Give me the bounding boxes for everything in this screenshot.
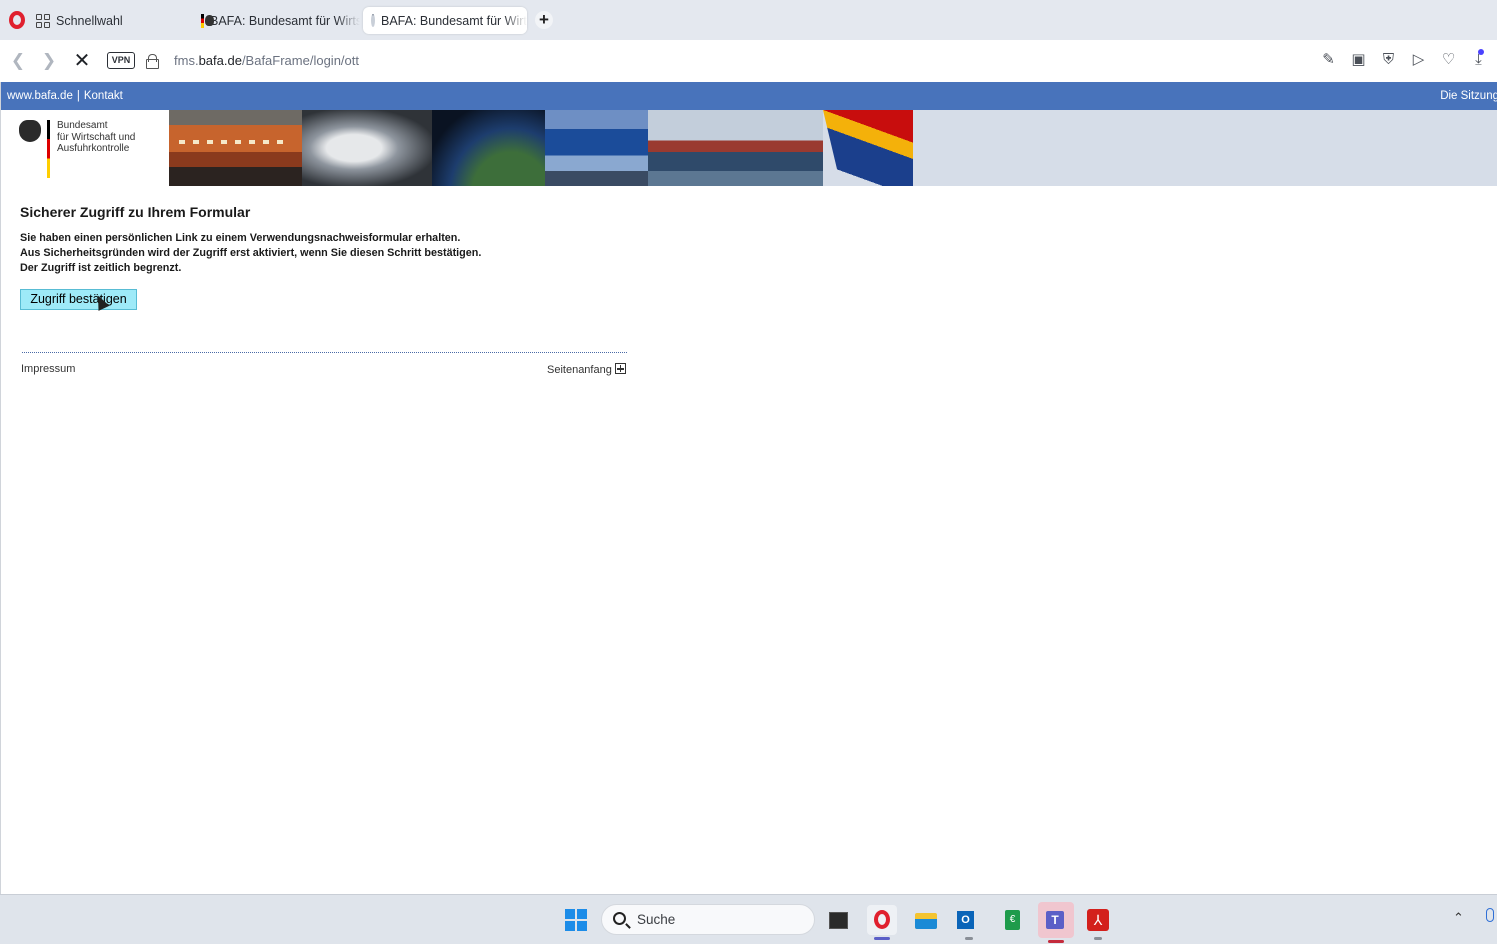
- info-text-3: Der Zugriff ist zeitlich begrenzt.: [20, 262, 182, 274]
- vpn-badge[interactable]: VPN: [107, 52, 135, 69]
- search-label: Suche: [637, 912, 676, 927]
- windows-start-icon[interactable]: [565, 909, 587, 931]
- edit-icon[interactable]: ✎: [1320, 51, 1337, 69]
- banner-photo-flags: [823, 110, 913, 186]
- url-field[interactable]: fms.bafa.de/BafaFrame/login/ott: [174, 53, 359, 68]
- header-banner: Bundesamt für Wirtschaft und Ausfuhrkont…: [1, 110, 1497, 186]
- stop-loading-icon[interactable]: ✕: [72, 51, 92, 71]
- page-title: Sicherer Zugriff zu Ihrem Formular: [20, 204, 251, 220]
- play-icon[interactable]: ▷: [1410, 51, 1427, 69]
- main-content: Sicherer Zugriff zu Ihrem Formular Sie h…: [20, 204, 481, 276]
- acrobat-icon[interactable]: [1083, 905, 1113, 940]
- info-text-2: Aus Sicherheitsgründen wird der Zugriff …: [20, 247, 482, 259]
- microphone-icon[interactable]: [1486, 908, 1494, 922]
- download-icon[interactable]: ⤓: [1470, 49, 1487, 69]
- top-navigation-bar: www.bafa.de | Kontakt Die Sitzung: [1, 82, 1497, 110]
- banner-photo-factory: [545, 110, 648, 186]
- file-explorer-icon[interactable]: [911, 905, 941, 935]
- finance-app-icon[interactable]: [998, 905, 1028, 935]
- federal-eagle-icon: [19, 120, 41, 142]
- banner-photo-ship: [648, 110, 823, 186]
- task-view-icon[interactable]: [823, 905, 853, 935]
- banner-photo-steel: [302, 110, 432, 186]
- tray-chevron-up-icon[interactable]: ⌃: [1453, 910, 1464, 926]
- home-link[interactable]: www.bafa.de: [7, 90, 73, 102]
- logo-text: Bundesamt für Wirtschaft und Ausfuhrkont…: [57, 120, 136, 154]
- address-bar: ❮ ❯ ✕ VPN fms.bafa.de/BafaFrame/login/ot…: [0, 40, 1497, 82]
- back-to-top-icon: [614, 363, 626, 374]
- german-flag-bar: [47, 120, 50, 178]
- contact-link[interactable]: Kontakt: [84, 90, 123, 102]
- heart-icon[interactable]: ♡: [1440, 51, 1457, 69]
- speed-dial-grid-icon: [36, 14, 50, 28]
- back-icon[interactable]: ❮: [8, 51, 28, 71]
- outlook-icon[interactable]: [954, 905, 984, 940]
- info-text-1: Sie haben einen persönlichen Link zu ein…: [20, 232, 461, 244]
- banner-photo-houses: [169, 110, 302, 186]
- opera-taskbar-icon[interactable]: [867, 905, 897, 940]
- speed-dial-label: Schnellwahl: [56, 14, 123, 28]
- web-page: www.bafa.de | Kontakt Die Sitzung Bundesam…: [0, 82, 1497, 894]
- browser-tab-2-active[interactable]: BAFA: Bundesamt für Wirtschaft: [363, 7, 527, 34]
- browser-tab-1[interactable]: BAFA: Bundesamt für Wirtschaft: [196, 7, 360, 34]
- search-icon: [613, 912, 626, 925]
- forward-icon[interactable]: ❯: [39, 51, 59, 71]
- camera-icon[interactable]: ▣: [1350, 51, 1367, 69]
- browser-tab-bar: Schnellwahl BAFA: Bundesamt für Wirtscha…: [0, 0, 1497, 40]
- teams-icon[interactable]: [1038, 902, 1074, 943]
- new-tab-button[interactable]: +: [535, 11, 553, 29]
- confirm-access-button[interactable]: Zugriff bestätigen: [20, 289, 137, 310]
- lock-icon[interactable]: [146, 54, 159, 69]
- loading-spinner-icon: [371, 14, 375, 27]
- back-to-top-link[interactable]: Seitenanfang: [547, 363, 626, 376]
- footer-divider: [22, 352, 627, 353]
- impressum-link[interactable]: Impressum: [21, 363, 75, 375]
- taskbar-search-box[interactable]: Suche: [601, 904, 815, 935]
- banner-photo-satellite: [432, 110, 545, 186]
- speed-dial-tab[interactable]: Schnellwahl: [36, 12, 123, 30]
- bafa-logo[interactable]: Bundesamt für Wirtschaft und Ausfuhrkont…: [19, 120, 159, 180]
- opera-menu-icon[interactable]: [9, 11, 25, 29]
- shield-icon[interactable]: ⛨: [1380, 51, 1397, 69]
- session-info: Die Sitzung: [1440, 90, 1497, 102]
- windows-taskbar: Suche ⌃: [0, 894, 1497, 944]
